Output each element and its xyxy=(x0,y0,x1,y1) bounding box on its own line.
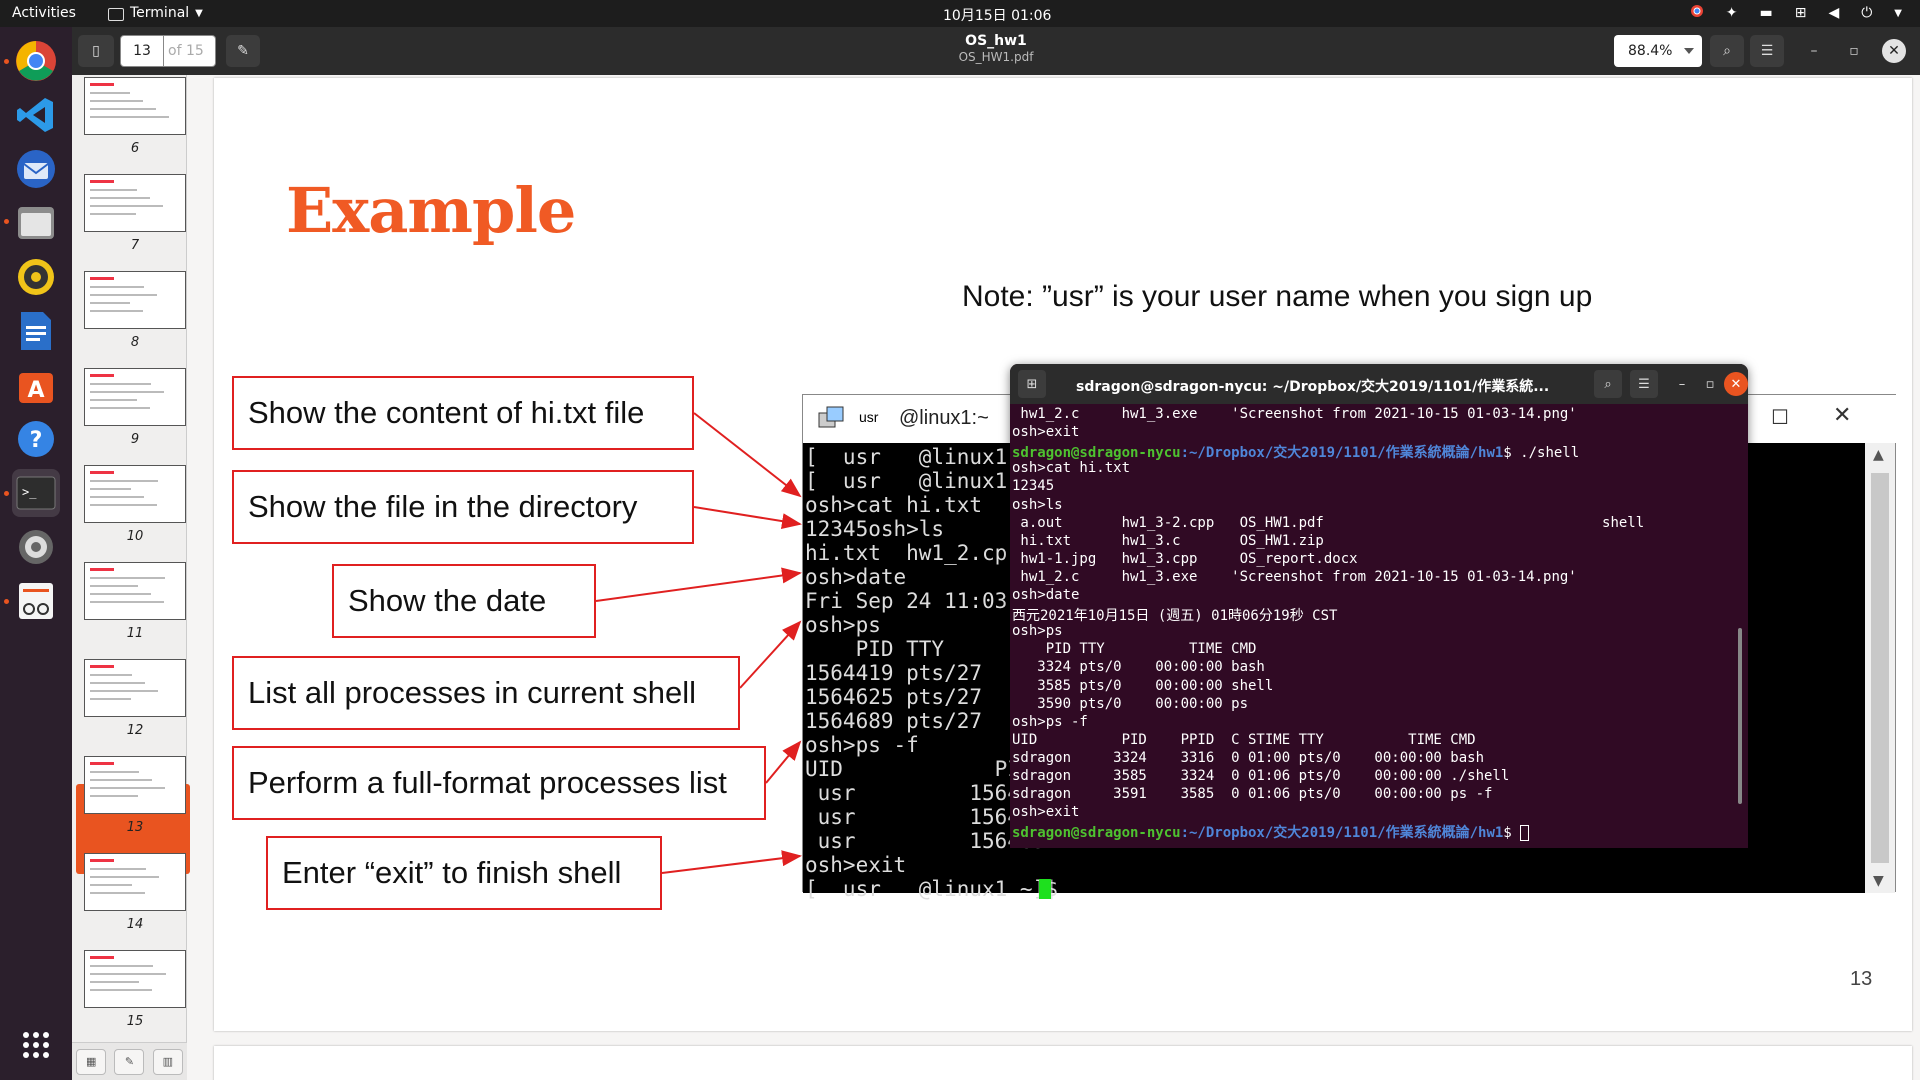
search-icon: ⌕ xyxy=(1723,43,1731,59)
files-icon[interactable] xyxy=(12,199,60,247)
app-menu-label: Terminal xyxy=(130,5,190,21)
arrow-date xyxy=(595,567,802,602)
pdf-page: Example Note: ”usr” is your user name wh… xyxy=(214,78,1912,1031)
writer-icon[interactable] xyxy=(12,307,60,355)
arrow-exit xyxy=(661,850,802,874)
book-icon: ▥ xyxy=(162,1055,174,1068)
clock[interactable]: 10月15日 01:06 xyxy=(943,5,1051,25)
next-pdf-page xyxy=(214,1046,1912,1080)
arrow-ls xyxy=(693,506,802,530)
chrome-tray-icon[interactable] xyxy=(1690,4,1704,22)
thumbnail-label: 10 xyxy=(126,529,144,544)
running-indicator xyxy=(4,599,9,604)
thumbnail-label: 11 xyxy=(126,626,144,641)
chevron-down-icon: ▼ xyxy=(195,7,203,19)
svg-text:?: ? xyxy=(30,428,43,453)
callout-arrows xyxy=(595,412,802,874)
page-thumbnail[interactable] xyxy=(84,271,186,329)
svg-text:A: A xyxy=(27,378,44,403)
thumbnail-label: 13 xyxy=(126,820,144,835)
bookmarks-view-button[interactable]: ▥ xyxy=(152,1048,183,1075)
header-bar: ▯ 13 of 15 ✎ OS_hw1 OS_HW1.pdf 88.4% ⌕ ☰… xyxy=(72,27,1920,75)
sidebar-toolbar: ▦ ✎ ▥ xyxy=(72,1042,187,1080)
page-thumbnail[interactable] xyxy=(84,465,186,523)
terminal-icon xyxy=(108,7,124,21)
grid-icon: ▦ xyxy=(85,1055,97,1068)
chevron-down-icon[interactable]: ▼ xyxy=(1894,8,1902,19)
chrome-icon[interactable] xyxy=(12,37,60,85)
thumbnail-label: 14 xyxy=(126,917,144,932)
arrow-cat xyxy=(693,412,802,498)
help-icon[interactable]: ? xyxy=(12,415,60,463)
annotations-view-button[interactable]: ✎ xyxy=(114,1048,145,1075)
page-thumbnail[interactable] xyxy=(84,659,186,717)
arrow-ps xyxy=(739,620,802,689)
text-editor-icon[interactable] xyxy=(12,577,60,625)
page-thumbnail[interactable] xyxy=(84,950,186,1008)
menu-button[interactable]: ☰ xyxy=(1750,35,1784,67)
pencil-icon: ✎ xyxy=(124,1055,135,1068)
terminal-icon[interactable]: >_ xyxy=(12,469,60,517)
thumbnail-label: 7 xyxy=(130,238,140,253)
thunderbird-icon[interactable] xyxy=(12,145,60,193)
keyboard-icon[interactable]: ▬ xyxy=(1759,5,1772,21)
thumbnails-view-button[interactable]: ▦ xyxy=(76,1048,107,1075)
svg-text:>_: >_ xyxy=(22,485,37,499)
page-thumbnail[interactable] xyxy=(84,174,186,232)
thumbnail-label: 6 xyxy=(130,141,140,156)
maximize-button[interactable]: ▫ xyxy=(1842,39,1866,63)
page-thumbnail[interactable] xyxy=(84,853,186,911)
thumbnail-label: 12 xyxy=(126,723,144,738)
running-indicator xyxy=(4,59,9,64)
page-thumbnail[interactable] xyxy=(84,77,186,135)
zoom-selector[interactable]: 88.4% xyxy=(1614,35,1702,67)
arrow-ps-f xyxy=(765,740,802,784)
volume-icon[interactable]: ◀ xyxy=(1828,5,1839,21)
app-menu[interactable]: Terminal ▼ xyxy=(108,5,203,21)
thumbnail-label: 9 xyxy=(130,432,140,447)
minimize-button[interactable]: – xyxy=(1802,39,1826,63)
hamburger-icon: ☰ xyxy=(1760,43,1774,59)
page-thumbnail[interactable] xyxy=(84,562,186,620)
page-thumbnail[interactable] xyxy=(84,368,186,426)
zoom-value: 88.4% xyxy=(1628,43,1673,59)
dropbox-icon[interactable]: ✦ xyxy=(1726,5,1738,21)
close-button[interactable]: ✕ xyxy=(1882,39,1906,63)
page-thumbnail[interactable] xyxy=(84,756,186,814)
system-tray[interactable]: ✦ ▬ ⊞ ◀ ⏻ ▼ xyxy=(1690,4,1902,22)
network-icon[interactable]: ⊞ xyxy=(1795,5,1807,21)
software-icon[interactable]: A xyxy=(12,361,60,409)
thumbnail-sidebar: 6 7 8 9 10 11 12 13 14 15 ▦ ✎ ▥ xyxy=(72,75,190,1080)
app-grid-icon[interactable] xyxy=(12,1021,60,1069)
power-icon[interactable]: ⏻ xyxy=(1861,5,1872,21)
running-indicator xyxy=(4,219,9,224)
thumbnail-label: 15 xyxy=(126,1014,144,1029)
search-button[interactable]: ⌕ xyxy=(1710,35,1744,67)
dock: A ? >_ xyxy=(0,27,72,1080)
activities-button[interactable]: Activities xyxy=(12,5,76,21)
rhythmbox-icon[interactable] xyxy=(12,253,60,301)
settings-icon[interactable] xyxy=(12,523,60,571)
vscode-icon[interactable] xyxy=(12,91,60,139)
chevron-down-icon xyxy=(1684,48,1694,54)
thumbnail-label: 8 xyxy=(130,335,140,350)
top-bar: Activities Terminal ▼ 10月15日 01:06 ✦ ▬ ⊞… xyxy=(0,0,1920,27)
slide-page-number: 13 xyxy=(1850,968,1873,990)
running-indicator xyxy=(4,491,9,496)
